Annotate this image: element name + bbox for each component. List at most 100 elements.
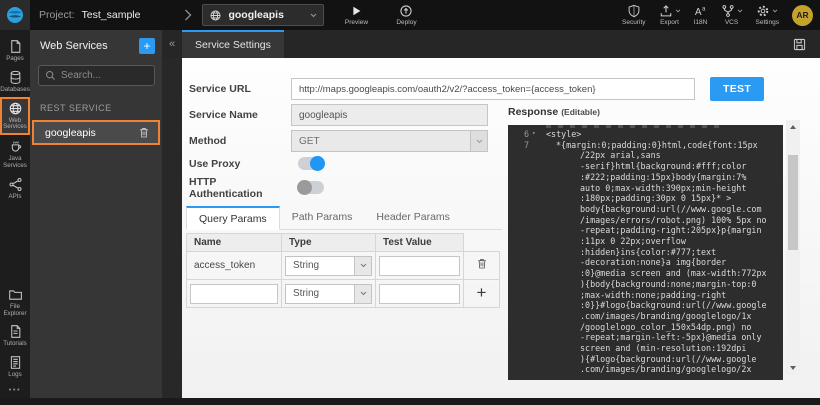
param-type-select[interactable]: String [285,256,372,276]
tab-service-settings[interactable]: Service Settings [182,30,284,58]
left-icon-sidebar: Pages Databases Web Services Java Servic… [0,30,30,398]
editor-scrollbar[interactable] [786,120,800,375]
service-name-input[interactable] [291,104,488,126]
delete-param-icon[interactable] [476,257,488,274]
code-line: body{background:url(//www.google.com [508,204,783,215]
settings-label: Settings [756,19,780,26]
globe-icon [209,9,222,22]
export-icon [659,4,673,18]
document-icon [8,324,23,339]
sidebar-item-label: Java Services [0,156,30,170]
chevron-down-icon [310,13,317,18]
response-editor[interactable]: 6▾<style>7*{margin:0;padding:0}html,code… [508,125,783,380]
deploy-label: Deploy [396,19,416,26]
table-header-row: Name Type Test Value [187,234,500,252]
search-icon [45,70,56,81]
scroll-up-arrow[interactable] [790,125,796,129]
new-param-type-select[interactable]: String [285,284,372,304]
preview-label: Preview [345,19,368,26]
code-line: 7*{margin:0;padding:0}html,code{font:15p… [508,140,783,151]
code-line: /googlelogo_color_150x54dp.png) no [508,322,783,333]
new-test-value-input[interactable] [379,284,460,304]
chevron-down-icon [737,9,743,13]
sidebar-item-label: File Explorer [0,304,30,318]
more-options-icon[interactable]: ••• [9,385,21,394]
vcs-label: VCS [725,19,738,26]
http-authentication-label: HTTP Authentication [189,176,291,200]
add-param-button[interactable]: + [477,284,487,301]
deploy-button[interactable]: Deploy [388,4,424,26]
code-line: -repeat;margin-left:-5px}@media only [508,332,783,343]
collapse-panel-button[interactable]: « [162,30,182,58]
project-label: Project: [39,9,75,21]
http-authentication-toggle[interactable] [298,181,324,194]
column-header-name: Name [187,234,282,252]
panel-title: Web Services [40,40,139,52]
code-line: :11px 0 22px;overflow [508,236,783,247]
service-url-input[interactable] [291,78,695,100]
sidebar-item-label: Web Services [2,118,28,132]
app-logo[interactable] [0,0,30,30]
scroll-down-arrow[interactable] [790,366,796,370]
svg-text:A: A [694,7,701,18]
use-proxy-toggle[interactable] [298,157,324,170]
sidebar-item-pages[interactable]: Pages [0,35,30,66]
service-selector-dropdown[interactable]: googleapis [202,4,324,26]
code-line: :180px;padding:30px 0 15px}* > [508,193,783,204]
add-service-button[interactable]: + [139,38,155,54]
code-line: /images/errors/robot.png) 100% 5px no [508,215,783,226]
sidebar-item-databases[interactable]: Databases [0,66,30,97]
method-value: GET [292,131,470,151]
code-line: -serif}html{background:#fff;color [508,161,783,172]
user-avatar[interactable]: AR [792,5,813,26]
security-button[interactable]: Security [622,4,645,26]
translate-icon: Aa [694,4,708,18]
code-line: -decoration:none}a img{border [508,257,783,268]
gear-icon [756,4,770,18]
code-line: 6▾<style> [508,129,783,140]
sidebar-item-web-services[interactable]: Web Services [0,97,30,136]
settings-button[interactable]: Settings [756,4,780,26]
table-row: String + [187,280,500,308]
chevron-down-icon [675,9,681,13]
toggle-knob [297,180,312,195]
branch-icon [721,4,735,18]
vcs-button[interactable]: VCS [721,4,743,26]
window-bottom-edge [0,398,820,405]
export-button[interactable]: Export [659,4,681,26]
new-param-name-input[interactable] [190,284,278,304]
tab-path-params[interactable]: Path Params [280,206,365,229]
scrollbar-thumb[interactable] [788,155,798,250]
tab-query-params[interactable]: Query Params [186,206,280,230]
search-box[interactable] [38,65,155,86]
search-input[interactable] [61,70,147,81]
method-select[interactable]: GET [291,130,488,152]
sidebar-item-label: Pages [6,56,24,63]
param-name-value: access_token [187,252,282,280]
code-line: :0}}#logo{background:url(//www.google [508,300,783,311]
code-line: screen and (min-resolution:192dpi [508,343,783,354]
sidebar-item-label: APIs [8,194,21,201]
code-line: ;max-width:none;padding-right [508,290,783,301]
sidebar-item-logs[interactable]: Logs [0,351,30,382]
tab-header-params[interactable]: Header Params [364,206,462,229]
test-value-input[interactable] [379,256,460,276]
project-name: Test_sample [82,9,141,21]
delete-service-icon[interactable] [138,126,150,139]
test-button[interactable]: TEST [710,77,764,101]
sidebar-item-java-services[interactable]: Java Services [0,135,30,173]
sidebar-item-tutorials[interactable]: Tutorials [0,320,30,351]
save-icon[interactable] [792,37,807,52]
i18n-button[interactable]: Aa I18N [694,4,708,26]
service-item-googleapis[interactable]: googleapis [32,120,160,145]
selected-service-name: googleapis [228,9,304,21]
query-params-table: Name Type Test Value access_token [186,233,500,308]
sidebar-item-apis[interactable]: APIs [0,173,30,204]
preview-button[interactable]: Preview [338,4,374,26]
sidebar-item-label: Tutorials [3,341,27,348]
sidebar-item-file-explorer[interactable]: File Explorer [0,283,30,321]
nodes-icon [8,177,23,192]
code-line: auto 0;max-width:390px;min-height [508,183,783,194]
toggle-knob [310,156,325,171]
coffee-cup-icon [8,139,23,154]
